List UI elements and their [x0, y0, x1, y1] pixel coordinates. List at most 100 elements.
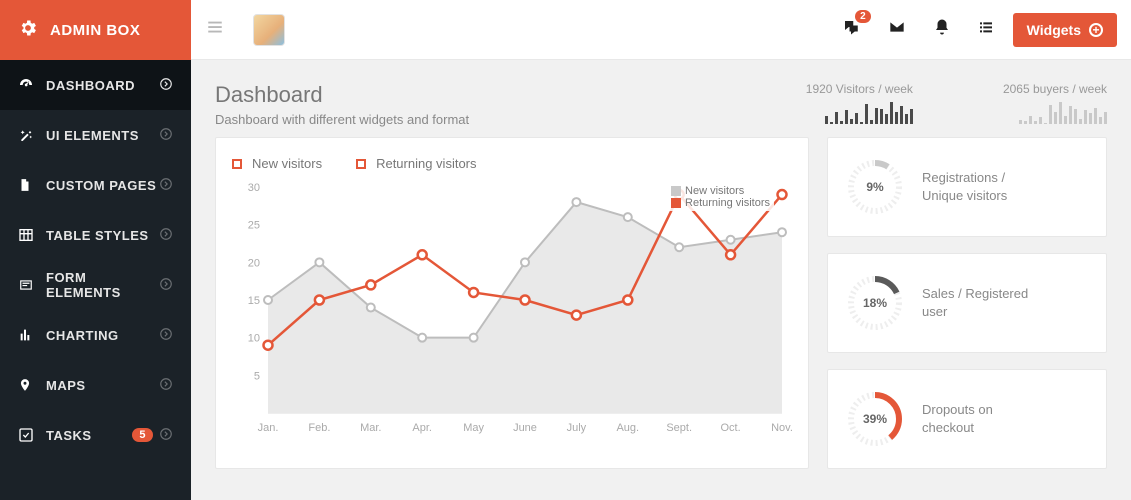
sidebar-item-dashboard[interactable]: DASHBOARD	[0, 60, 191, 110]
legend-label: New visitors	[252, 156, 322, 171]
check-icon	[18, 427, 42, 443]
svg-text:July: July	[567, 422, 587, 434]
sidebar-item-table-styles[interactable]: TABLE STYLES	[0, 210, 191, 260]
chart-inline-legend: New visitors Returning visitors	[667, 183, 774, 211]
chevron-circle-icon	[159, 127, 173, 144]
donut-chart: 9%	[846, 158, 904, 216]
mail-icon[interactable]	[887, 19, 907, 40]
visitors-chart: 51015202530Jan.Feb.Mar.Apr.MayJuneJulyAu…	[232, 177, 792, 437]
svg-text:Aug.: Aug.	[616, 422, 639, 434]
legend-new-visitors[interactable]: New visitors	[232, 156, 322, 171]
inline-legend-label: Returning visitors	[685, 197, 770, 209]
svg-text:Jan.: Jan.	[258, 422, 279, 434]
legend-square-icon	[356, 159, 366, 169]
kpi-label-line1: Registrations /	[922, 170, 1005, 185]
page-title: Dashboard	[215, 82, 469, 108]
visitors-chart-card: New visitors Returning visitors 5 10 15 20 2…	[215, 137, 809, 469]
sidebar-item-charting[interactable]: CHARTING	[0, 310, 191, 360]
donut-percent: 9%	[846, 158, 904, 216]
plus-circle-icon: +	[1089, 23, 1103, 37]
kpi-registrations: 9% Registrations / Unique visitors	[827, 137, 1107, 237]
svg-text:20: 20	[248, 257, 260, 269]
gauge-icon	[18, 77, 42, 93]
svg-text:Nov.: Nov.	[771, 422, 792, 434]
brand: ADMIN BOX	[0, 0, 191, 60]
sidebar-item-label: MAPS	[46, 378, 159, 393]
svg-text:5: 5	[254, 370, 260, 382]
stat-buyers-label: 2065 buyers / week	[1003, 82, 1107, 96]
svg-text:May: May	[463, 422, 484, 434]
chart-legend-top: New visitors Returning visitors	[232, 156, 792, 171]
kpi-label-line2: user	[922, 304, 947, 319]
sidebar-item-label: FORM ELEMENTS	[46, 270, 159, 300]
kpi-dropouts: 39% Dropouts on checkout	[827, 369, 1107, 469]
chevron-circle-icon	[159, 227, 173, 244]
donut-percent: 18%	[846, 274, 904, 332]
chart-icon	[18, 327, 42, 343]
sidebar-item-custom-pages[interactable]: CUSTOM PAGES	[0, 160, 191, 210]
sidebar-badge: 5	[132, 428, 153, 442]
kpi-label-line1: Dropouts on	[922, 402, 993, 417]
svg-text:Mar.: Mar.	[360, 422, 381, 434]
pin-icon	[18, 377, 42, 393]
donut-chart: 39%	[846, 390, 904, 448]
form-icon	[18, 278, 42, 292]
page-header: Dashboard Dashboard with different widge…	[191, 60, 1131, 137]
legend-label: Returning visitors	[376, 156, 476, 171]
bell-icon[interactable]	[933, 18, 951, 41]
sidebar: ADMIN BOX DASHBOARD UI ELEMENTS	[0, 0, 191, 500]
sidebar-nav: DASHBOARD UI ELEMENTS CUSTOM PAGES	[0, 60, 191, 500]
gear-icon	[18, 18, 50, 42]
widgets-button[interactable]: Widgets +	[1013, 13, 1117, 47]
sidebar-item-tasks[interactable]: TASKS 5	[0, 410, 191, 460]
svg-text:10: 10	[248, 333, 260, 345]
wand-icon	[18, 127, 42, 143]
table-icon	[18, 227, 42, 243]
svg-text:Sept.: Sept.	[666, 422, 692, 434]
sparkline-visitors	[806, 102, 913, 124]
widgets-button-label: Widgets	[1027, 22, 1081, 38]
sidebar-item-label: CUSTOM PAGES	[46, 178, 159, 193]
chat-icon[interactable]: 2	[841, 18, 861, 41]
chevron-circle-icon	[159, 427, 173, 444]
brand-title: ADMIN BOX	[50, 22, 140, 39]
kpi-label-line1: Sales / Registered	[922, 286, 1028, 301]
main-area: 2 Widgets + Dashboard Dashboard w	[191, 0, 1131, 500]
svg-text:June: June	[513, 422, 537, 434]
sidebar-item-label: TABLE STYLES	[46, 228, 159, 243]
chevron-circle-icon	[159, 277, 173, 294]
legend-returning-visitors[interactable]: Returning visitors	[356, 156, 476, 171]
inline-legend-label: New visitors	[685, 185, 744, 197]
chevron-circle-icon	[159, 327, 173, 344]
sidebar-item-label: CHARTING	[46, 328, 159, 343]
kpi-column: 9% Registrations / Unique visitors 18% Sa…	[827, 137, 1107, 469]
file-icon	[18, 177, 42, 193]
sidebar-item-maps[interactable]: MAPS	[0, 360, 191, 410]
sidebar-item-label: DASHBOARD	[46, 78, 159, 93]
topbar: 2 Widgets +	[191, 0, 1131, 60]
stat-visitors: 1920 Visitors / week	[806, 82, 913, 124]
svg-text:15: 15	[248, 295, 260, 307]
hamburger-icon[interactable]	[205, 18, 225, 41]
avatar[interactable]	[253, 14, 285, 46]
sidebar-item-ui-elements[interactable]: UI ELEMENTS	[0, 110, 191, 160]
sidebar-item-label: UI ELEMENTS	[46, 128, 159, 143]
svg-text:25: 25	[248, 220, 260, 232]
sidebar-item-form-elements[interactable]: FORM ELEMENTS	[0, 260, 191, 310]
stat-buyers: 2065 buyers / week	[1003, 82, 1107, 124]
legend-square-icon	[232, 159, 242, 169]
svg-text:Oct.: Oct.	[721, 422, 741, 434]
svg-text:Apr.: Apr.	[412, 422, 432, 434]
stat-visitors-label: 1920 Visitors / week	[806, 82, 913, 96]
sparkline-buyers	[1003, 102, 1107, 124]
kpi-label-line2: Unique visitors	[922, 188, 1007, 203]
donut-chart: 18%	[846, 274, 904, 332]
chat-badge: 2	[855, 10, 871, 23]
page-subtitle: Dashboard with different widgets and for…	[215, 112, 469, 127]
tasks-icon[interactable]	[977, 19, 995, 40]
chevron-circle-icon	[159, 77, 173, 94]
kpi-label-line2: checkout	[922, 420, 974, 435]
sidebar-item-label: TASKS	[46, 428, 132, 443]
donut-percent: 39%	[846, 390, 904, 448]
svg-text:Feb.: Feb.	[308, 422, 330, 434]
